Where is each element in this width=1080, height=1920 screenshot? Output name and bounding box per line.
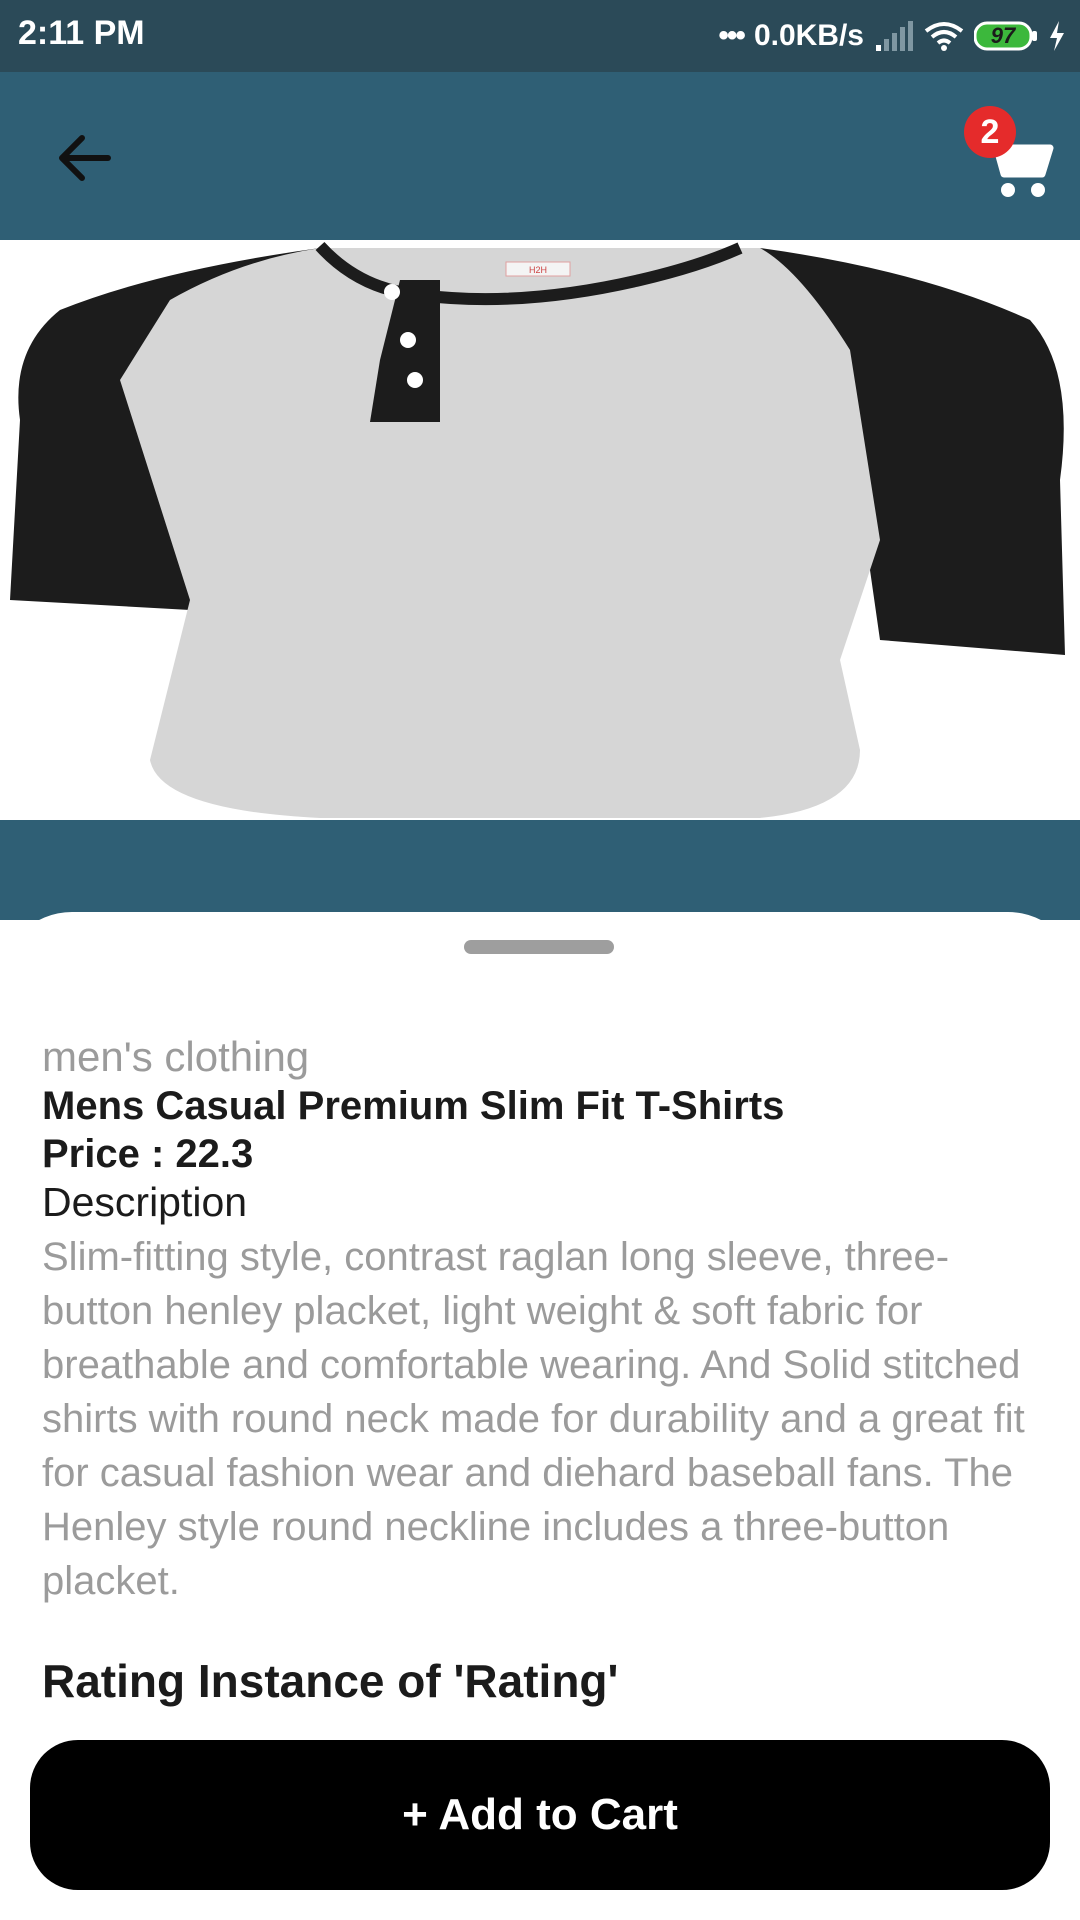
arrow-left-icon: [59, 135, 111, 181]
battery-icon: 97: [974, 21, 1038, 51]
product-price: Price : 22.3: [42, 1132, 254, 1176]
add-to-cart-button[interactable]: + Add to Cart: [30, 1740, 1050, 1890]
header-background-strip: [0, 820, 1080, 920]
wifi-icon: [924, 21, 964, 51]
product-description: Slim-fitting style, contrast raglan long…: [42, 1235, 1025, 1603]
rating-heading: Rating Instance of 'Rating': [42, 1655, 619, 1707]
back-button[interactable]: [52, 126, 116, 190]
shirt-label: H2H: [529, 265, 547, 275]
product-image: H2H: [0, 240, 1080, 820]
product-category: men's clothing: [42, 1033, 310, 1080]
battery-level: 97: [990, 23, 1016, 48]
cart-count-badge: 2: [964, 106, 1016, 158]
dots-icon: •••: [718, 19, 745, 52]
status-icons: ••• 0.0KB/s 97: [718, 14, 1066, 58]
product-details: men's clothing Mens Casual Premium Slim …: [42, 1032, 1042, 1708]
app-bar: [0, 72, 1080, 240]
network-speed: 0.0KB/s: [753, 19, 864, 52]
status-time: 2:11 PM: [18, 14, 145, 52]
product-title: Mens Casual Premium Slim Fit T-Shirts: [42, 1084, 785, 1128]
description-label: Description: [42, 1179, 248, 1225]
charging-icon: [1048, 21, 1066, 51]
cart-button[interactable]: 2: [964, 106, 1058, 198]
signal-icon: [874, 21, 914, 51]
status-bar: 2:11 PM ••• 0.0KB/s 97: [0, 0, 1080, 72]
drag-handle[interactable]: [464, 940, 614, 954]
